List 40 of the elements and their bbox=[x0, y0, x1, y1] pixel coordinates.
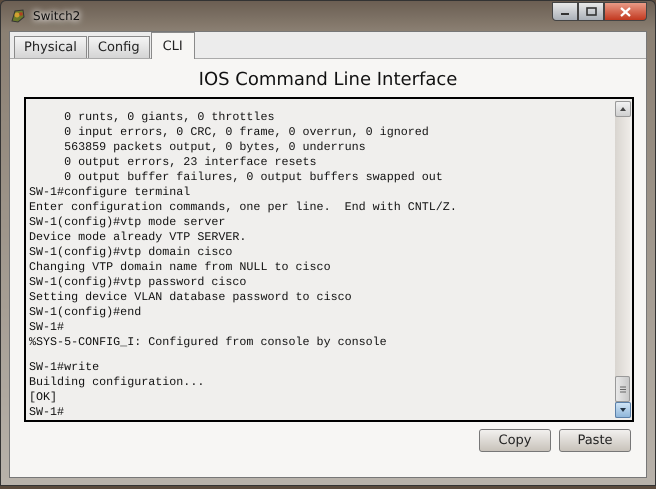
down-arrow-icon bbox=[620, 408, 626, 412]
maximize-icon bbox=[586, 7, 596, 16]
terminal-line: 0 output errors, 23 interface resets bbox=[63, 155, 318, 170]
terminal-line: SW-1(config)#vtp domain cisco bbox=[29, 245, 234, 260]
scroll-down-button[interactable] bbox=[615, 402, 631, 418]
scroll-up-button[interactable] bbox=[615, 101, 631, 117]
scroll-thumb[interactable] bbox=[615, 376, 630, 402]
tab[interactable]: Physical bbox=[14, 36, 87, 58]
terminal-line: SW-1(config)#end bbox=[29, 305, 142, 320]
minimize-button[interactable] bbox=[552, 2, 578, 21]
tab[interactable]: CLI bbox=[150, 32, 195, 59]
terminal-line: 0 output buffer failures, 0 output buffers swapped out bbox=[63, 170, 444, 185]
terminal-line: 563859 packets output, 0 bytes, 0 underruns bbox=[63, 140, 367, 155]
terminal-line: SW-1(config)#vtp password cisco bbox=[29, 275, 248, 290]
terminal-line: SW-1# bbox=[29, 320, 66, 335]
tab[interactable]: Config bbox=[88, 36, 150, 58]
terminal-line: SW-1#configure terminal bbox=[29, 185, 192, 200]
maximize-button[interactable] bbox=[578, 2, 604, 21]
terminal-line: 0 input errors, 0 CRC, 0 frame, 0 overrun, 0 ignored bbox=[63, 125, 430, 140]
action-button[interactable]: Copy bbox=[479, 429, 551, 452]
up-arrow-icon bbox=[620, 107, 626, 111]
terminal-line: SW-1(config)#vtp mode server bbox=[29, 215, 226, 230]
terminal-line: Building configuration... bbox=[29, 375, 206, 390]
terminal-line: 0 runts, 0 giants, 0 throttles bbox=[63, 110, 276, 125]
terminal-line: Enter configuration commands, one per line. End with CNTL/Z. bbox=[29, 200, 458, 215]
terminal-line: [OK] bbox=[29, 390, 58, 405]
panel-heading: IOS Command Line Interface bbox=[198, 69, 458, 90]
scrollbar[interactable] bbox=[615, 101, 630, 418]
terminal-line: SW-1#write bbox=[29, 360, 100, 375]
terminal-line: %SYS-5-CONFIG_I: Configured from console by console bbox=[29, 335, 388, 350]
app-icon bbox=[9, 7, 27, 25]
terminal-line: SW-1# bbox=[29, 405, 66, 420]
terminal-line: Setting device VLAN database password to cisco bbox=[29, 290, 353, 305]
terminal-line: Changing VTP domain name from NULL to cisco bbox=[29, 260, 332, 275]
terminal-line: Device mode already VTP SERVER. bbox=[29, 230, 248, 245]
action-button[interactable]: Paste bbox=[559, 429, 631, 452]
grip-icon bbox=[620, 386, 626, 392]
window-title: Switch2 bbox=[33, 9, 80, 23]
close-icon bbox=[620, 6, 631, 16]
close-button[interactable] bbox=[604, 2, 647, 21]
